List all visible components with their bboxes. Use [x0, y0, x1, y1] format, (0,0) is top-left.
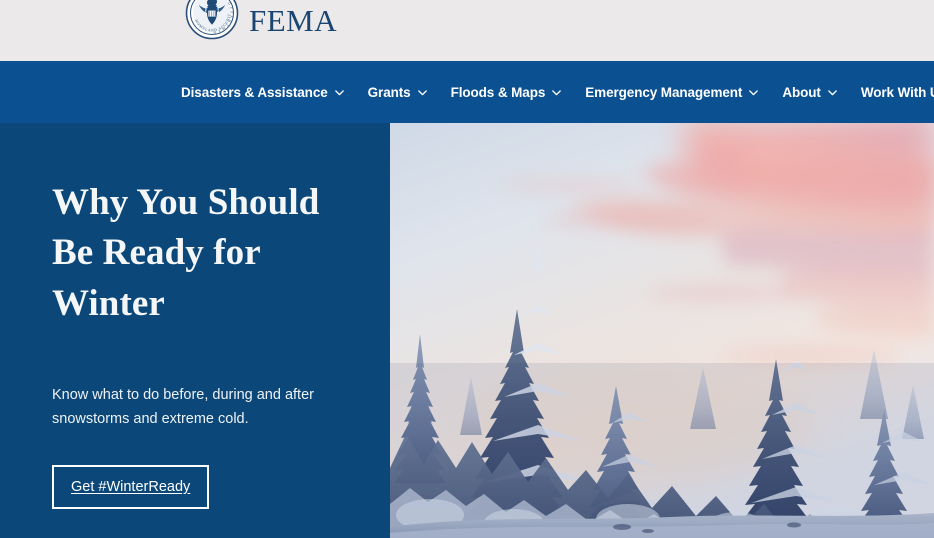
nav-item-disasters-assistance[interactable]: Disasters & Assistance: [181, 85, 357, 100]
nav-item-about[interactable]: About: [782, 85, 849, 100]
nav-item-floods-maps[interactable]: Floods & Maps: [451, 85, 575, 100]
hero-title-line-1: Why You Should: [52, 182, 320, 223]
chevron-down-icon: [417, 87, 428, 98]
nav-item-label: Grants: [367, 84, 411, 100]
primary-navigation: Disasters & Assistance Grants Floods & M…: [0, 61, 934, 123]
nav-item-label: Disasters & Assistance: [181, 84, 328, 100]
hero-image: [390, 123, 934, 538]
get-winter-ready-button[interactable]: Get #WinterReady: [52, 464, 210, 510]
nav-item-label: Floods & Maps: [450, 84, 546, 100]
chevron-down-icon: [551, 87, 562, 98]
site-masthead: U . S . D E P A R T M E N T HOMELAND SEC…: [0, 0, 934, 61]
hero-subtitle: Know what to do before, during and after…: [52, 386, 314, 427]
fema-wordmark: FEMA: [249, 2, 338, 38]
hero-banner: Why You Should Be Ready for Winter Know …: [0, 123, 934, 538]
nav-item-grants[interactable]: Grants: [368, 85, 440, 100]
nav-item-label: Emergency Management: [585, 84, 743, 100]
nav-item-label: About: [782, 84, 821, 100]
chevron-down-icon: [334, 87, 345, 98]
chevron-down-icon: [748, 87, 759, 98]
hero-title-line-2: Be Ready for: [52, 232, 261, 274]
chevron-down-icon: [827, 87, 838, 98]
hero-title-line-3: Winter: [52, 282, 165, 324]
nav-item-label: Work With Us: [860, 84, 934, 100]
hero-title: Why You Should Be Ready for Winter: [52, 178, 352, 329]
hero-copy: Why You Should Be Ready for Winter Know …: [52, 178, 352, 510]
fema-home-link[interactable]: U . S . D E P A R T M E N T HOMELAND SEC…: [183, 0, 338, 40]
hero-text-panel: Why You Should Be Ready for Winter Know …: [0, 123, 390, 538]
nav-item-work-with-us[interactable]: Work With Us: [861, 85, 934, 100]
nav-list: Disasters & Assistance Grants Floods & M…: [181, 85, 934, 100]
fema-homepage: U . S . D E P A R T M E N T HOMELAND SEC…: [0, 0, 934, 538]
nav-item-emergency-management[interactable]: Emergency Management: [585, 85, 771, 100]
dhs-seal-icon: U . S . D E P A R T M E N T HOMELAND SEC…: [183, 0, 239, 40]
